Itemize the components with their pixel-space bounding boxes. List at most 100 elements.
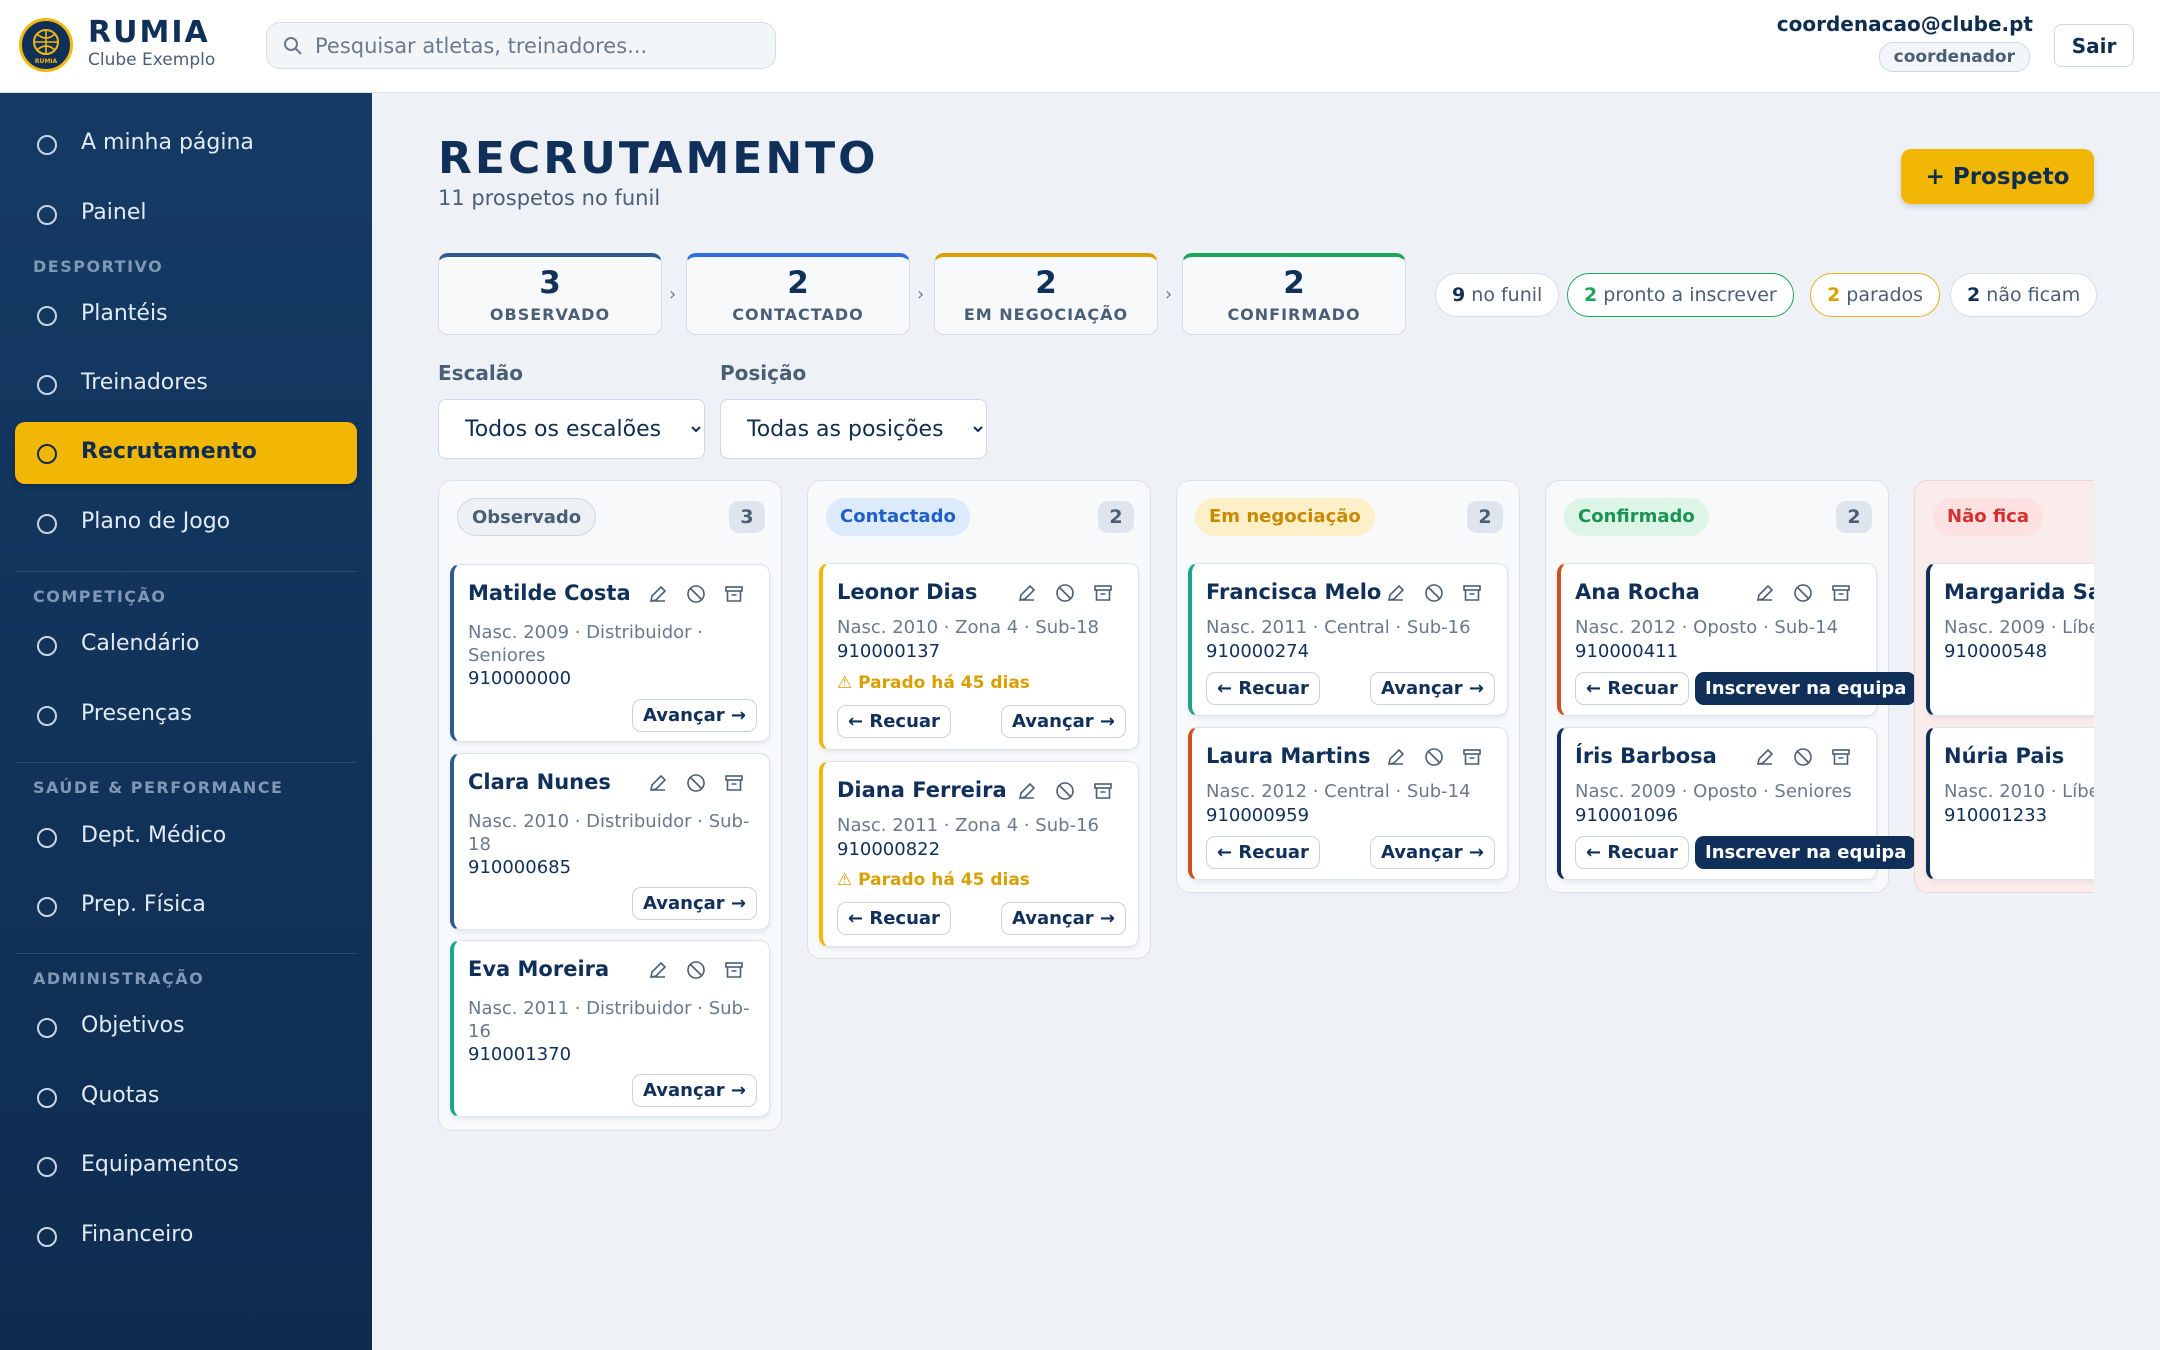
card-actions	[1006, 582, 1126, 606]
sidebar-item-calendar[interactable]: Calendário	[15, 614, 357, 676]
add-prospect-button[interactable]: + Prospeto	[1901, 149, 2094, 204]
prospect-card[interactable]: Margarida Sá Nasc. 2009 · Líbero 9100005…	[1926, 563, 2094, 716]
archive-icon[interactable]	[723, 959, 745, 981]
sidebar-item-dashboard[interactable]: Painel	[15, 183, 357, 245]
sidebar-item-squads[interactable]: Plantéis	[15, 284, 357, 346]
prospect-phone: 910001096	[1575, 805, 1679, 826]
back-button[interactable]: ← Recuar	[1206, 672, 1320, 705]
block-icon[interactable]	[1423, 582, 1445, 604]
prospect-card[interactable]: Laura Martins Nasc. 2012 · Central · Sub…	[1188, 727, 1508, 880]
prospect-card[interactable]: Eva Moreira Nasc. 2011 · Distribuidor · …	[450, 940, 770, 1117]
posicao-select[interactable]: Todas as posições	[720, 399, 987, 459]
sidebar-item-game-plan[interactable]: Plano de Jogo	[15, 492, 357, 554]
archive-icon[interactable]	[1092, 780, 1114, 802]
edit-icon[interactable]	[1754, 746, 1776, 768]
archive-icon[interactable]	[1092, 582, 1114, 604]
block-icon[interactable]	[685, 772, 707, 794]
sidebar-section-competition: COMPETIÇÃO	[33, 587, 167, 606]
archive-icon[interactable]	[723, 583, 745, 605]
circle-icon	[37, 1227, 57, 1247]
edit-icon[interactable]	[1016, 582, 1038, 604]
prospect-card[interactable]: Matilde Costa Nasc. 2009 · Distribuidor …	[450, 564, 770, 742]
block-icon[interactable]	[1054, 582, 1076, 604]
archive-icon[interactable]	[1461, 746, 1483, 768]
summary-text: no funil	[1471, 284, 1543, 306]
prospect-card[interactable]: Ana Rocha Nasc. 2012 · Oposto · Sub-14 9…	[1557, 563, 1917, 716]
stage-contacted[interactable]: 2 CONTACTADO	[686, 253, 910, 335]
circle-icon	[37, 636, 57, 656]
sidebar-item-equipment[interactable]: Equipamentos	[15, 1135, 357, 1197]
block-icon[interactable]	[1423, 746, 1445, 768]
edit-icon[interactable]	[1016, 780, 1038, 802]
sidebar-item-medical[interactable]: Dept. Médico	[15, 806, 357, 868]
sidebar-item-recruitment[interactable]: Recrutamento	[15, 422, 357, 484]
card-actions	[1744, 746, 1864, 770]
advance-button[interactable]: Avançar →	[631, 699, 757, 732]
sidebar-item-finance[interactable]: Financeiro	[15, 1205, 357, 1267]
sidebar-divider	[15, 571, 357, 572]
advance-button[interactable]: Avançar →	[1369, 672, 1495, 705]
block-icon[interactable]	[685, 583, 707, 605]
summary-text: pronto a inscrever	[1603, 284, 1777, 306]
sidebar-item-physical-prep[interactable]: Prep. Física	[15, 875, 357, 937]
advance-button[interactable]: Avançar →	[1369, 836, 1495, 869]
circle-icon	[37, 205, 57, 225]
search-box[interactable]	[266, 22, 776, 69]
escalao-select[interactable]: Todos os escalões	[438, 399, 705, 459]
prospect-card[interactable]: Leonor Dias Nasc. 2010 · Zona 4 · Sub-18…	[819, 563, 1139, 750]
sidebar-item-attendance[interactable]: Presenças	[15, 684, 357, 746]
advance-button[interactable]: Avançar →	[1000, 902, 1126, 935]
archive-icon[interactable]	[1461, 582, 1483, 604]
card-actions	[637, 772, 757, 796]
back-button[interactable]: ← Recuar	[837, 705, 951, 738]
back-button[interactable]: ← Recuar	[1206, 836, 1320, 869]
advance-button[interactable]: Avançar →	[1000, 705, 1126, 738]
ball-icon: RUMIA	[33, 29, 59, 65]
stage-observed[interactable]: 3 OBSERVADO	[438, 253, 662, 335]
block-icon[interactable]	[1792, 582, 1814, 604]
edit-icon[interactable]	[647, 583, 669, 605]
sidebar-item-label: A minha página	[81, 130, 254, 155]
block-icon[interactable]	[685, 959, 707, 981]
advance-button[interactable]: Avançar →	[631, 1074, 757, 1107]
sidebar-item-label: Plano de Jogo	[81, 509, 231, 534]
edit-icon[interactable]	[1385, 746, 1407, 768]
sidebar-item-coaches[interactable]: Treinadores	[15, 353, 357, 415]
search-input[interactable]	[315, 23, 765, 68]
prospect-phone: 910000685	[468, 857, 572, 878]
logout-button[interactable]: Sair	[2054, 24, 2134, 67]
prospect-card[interactable]: Clara Nunes Nasc. 2010 · Distribuidor · …	[450, 753, 770, 930]
enroll-button[interactable]: Inscrever na equipa	[1695, 836, 1917, 869]
sidebar-item-goals[interactable]: Objetivos	[15, 996, 357, 1058]
enroll-button[interactable]: Inscrever na equipa	[1695, 672, 1917, 705]
edit-icon[interactable]	[647, 772, 669, 794]
prospect-card[interactable]: Diana Ferreira Nasc. 2011 · Zona 4 · Sub…	[819, 761, 1139, 947]
stage-confirmed[interactable]: 2 CONFIRMADO	[1182, 253, 1406, 335]
back-button[interactable]: ← Recuar	[1575, 836, 1689, 869]
prospect-name: Leonor Dias	[837, 580, 978, 604]
block-icon[interactable]	[1792, 746, 1814, 768]
column-contacted: Contactado 2 Leonor Dias Nasc. 2010 · Zo…	[807, 480, 1151, 959]
sidebar-divider	[15, 953, 357, 954]
archive-icon[interactable]	[1830, 582, 1852, 604]
block-icon[interactable]	[1054, 780, 1076, 802]
prospect-card[interactable]: Núria Pais Nasc. 2010 · Líbero 910001233	[1926, 727, 2094, 880]
prospect-card[interactable]: Francisca Melo Nasc. 2011 · Central · Su…	[1188, 563, 1508, 716]
edit-icon[interactable]	[647, 959, 669, 981]
sidebar-item-fees[interactable]: Quotas	[15, 1066, 357, 1128]
prospect-card[interactable]: Íris Barbosa Nasc. 2009 · Oposto · Senio…	[1557, 727, 1917, 880]
sidebar-item-label: Presenças	[81, 701, 192, 726]
archive-icon[interactable]	[1830, 746, 1852, 768]
back-button[interactable]: ← Recuar	[1575, 672, 1689, 705]
prospect-phone: 910000411	[1575, 641, 1679, 662]
edit-icon[interactable]	[1754, 582, 1776, 604]
stage-negotiation[interactable]: 2 EM NEGOCIAÇÃO	[934, 253, 1158, 335]
advance-button[interactable]: Avançar →	[631, 887, 757, 920]
edit-icon[interactable]	[1385, 582, 1407, 604]
back-button[interactable]: ← Recuar	[837, 902, 951, 935]
column-header: Em negociação 2	[1177, 481, 1519, 553]
circle-icon	[37, 514, 57, 534]
svg-text:RUMIA: RUMIA	[35, 58, 58, 65]
archive-icon[interactable]	[723, 772, 745, 794]
sidebar-item-my-page[interactable]: A minha página	[15, 113, 357, 175]
